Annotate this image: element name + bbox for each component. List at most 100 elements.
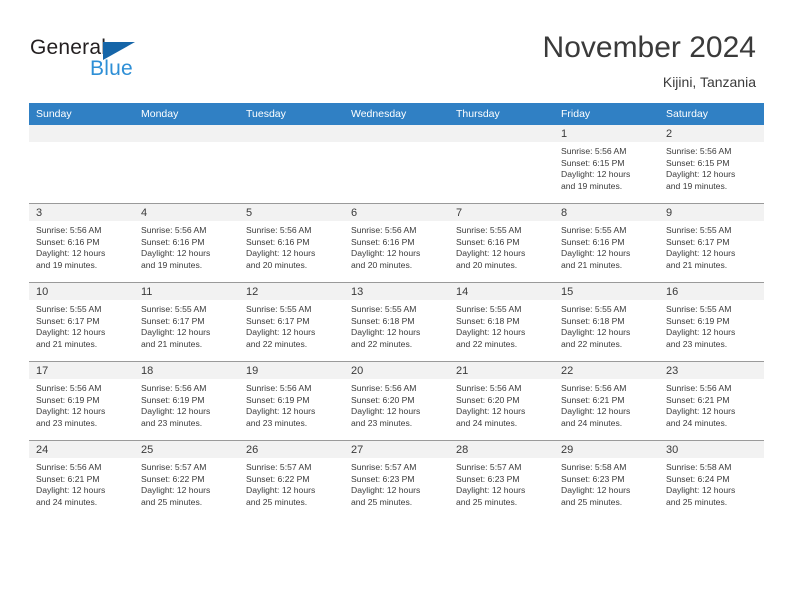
sunrise-text: Sunrise: 5:56 AM: [561, 146, 627, 156]
daylight-text-line1: Daylight: 12 hours: [36, 327, 106, 338]
sunrise-text: Sunrise: 5:55 AM: [141, 304, 207, 314]
day-details: Sunrise: 5:56 AM Sunset: 6:19 PM Daylight:…: [239, 379, 344, 429]
sunrise-text: Sunrise: 5:55 AM: [561, 225, 627, 235]
calendar-day-cell[interactable]: 30 Sunrise: 5:58 AM Sunset: 6:24 PM Dayligh…: [659, 440, 764, 519]
calendar-day-cell[interactable]: 7 Sunrise: 5:55 AM Sunset: 6:16 PM Daylight…: [449, 203, 554, 283]
daylight-text-line2: and 22 minutes.: [246, 338, 308, 349]
sunset-text: Sunset: 6:19 PM: [36, 394, 100, 405]
weekday-header-sunday: Sunday: [29, 103, 134, 125]
calendar-day-cell[interactable]: 4 Sunrise: 5:56 AM Sunset: 6:16 PM Daylight…: [134, 203, 239, 283]
calendar-day-cell[interactable]: 25 Sunrise: 5:57 AM Sunset: 6:22 PM Dayligh…: [134, 440, 239, 519]
daylight-text-line1: Daylight: 12 hours: [456, 327, 526, 338]
calendar-day-cell[interactable]: 13 Sunrise: 5:55 AM Sunset: 6:18 PM Dayligh…: [344, 282, 449, 362]
calendar-day-cell-empty: [449, 125, 554, 204]
daylight-text-line2: and 23 minutes.: [36, 417, 98, 428]
calendar-day-cell[interactable]: 5 Sunrise: 5:56 AM Sunset: 6:16 PM Daylight…: [239, 203, 344, 283]
calendar-day-cell[interactable]: 22 Sunrise: 5:56 AM Sunset: 6:21 PM Dayligh…: [554, 361, 659, 441]
sunset-text: Sunset: 6:17 PM: [141, 315, 205, 326]
day-number: [134, 125, 239, 142]
sunrise-text: Sunrise: 5:56 AM: [36, 225, 102, 235]
calendar-day-cell[interactable]: 23 Sunrise: 5:56 AM Sunset: 6:21 PM Dayligh…: [659, 361, 764, 441]
day-details: Sunrise: 5:56 AM Sunset: 6:16 PM Daylight:…: [239, 221, 344, 271]
daylight-text-line1: Daylight: 12 hours: [666, 248, 736, 259]
calendar-day-cell[interactable]: 16 Sunrise: 5:55 AM Sunset: 6:19 PM Dayligh…: [659, 282, 764, 362]
day-details: Sunrise: 5:55 AM Sunset: 6:18 PM Daylight:…: [554, 300, 659, 350]
day-number: 6: [344, 204, 449, 221]
calendar-day-cell[interactable]: 6 Sunrise: 5:56 AM Sunset: 6:16 PM Daylight…: [344, 203, 449, 283]
day-number: 18: [134, 362, 239, 379]
sunset-text: Sunset: 6:16 PM: [246, 236, 310, 247]
daylight-text-line1: Daylight: 12 hours: [246, 248, 316, 259]
calendar-day-cell[interactable]: 12 Sunrise: 5:55 AM Sunset: 6:17 PM Dayligh…: [239, 282, 344, 362]
sunrise-text: Sunrise: 5:56 AM: [561, 383, 627, 393]
sunrise-text: Sunrise: 5:55 AM: [36, 304, 102, 314]
daylight-text-line2: and 23 minutes.: [246, 417, 308, 428]
calendar-body: 1 Sunrise: 5:56 AM Sunset: 6:15 PM Daylight…: [29, 125, 764, 519]
day-number: 17: [29, 362, 134, 379]
day-details: Sunrise: 5:56 AM Sunset: 6:15 PM Daylight:…: [659, 142, 764, 192]
day-number: 30: [659, 441, 764, 458]
sunrise-text: Sunrise: 5:56 AM: [246, 383, 312, 393]
sunrise-text: Sunrise: 5:55 AM: [666, 225, 732, 235]
sunset-text: Sunset: 6:16 PM: [456, 236, 520, 247]
daylight-text-line1: Daylight: 12 hours: [351, 406, 421, 417]
day-details: Sunrise: 5:57 AM Sunset: 6:23 PM Daylight:…: [449, 458, 554, 508]
weekday-header-friday: Friday: [554, 103, 659, 125]
day-number: 14: [449, 283, 554, 300]
calendar-day-cell[interactable]: 26 Sunrise: 5:57 AM Sunset: 6:22 PM Dayligh…: [239, 440, 344, 519]
calendar-day-cell[interactable]: 11 Sunrise: 5:55 AM Sunset: 6:17 PM Dayligh…: [134, 282, 239, 362]
day-number: 8: [554, 204, 659, 221]
calendar-container: Sunday Monday Tuesday Wednesday Thursday…: [29, 103, 764, 519]
calendar-day-cell[interactable]: 27 Sunrise: 5:57 AM Sunset: 6:23 PM Dayligh…: [344, 440, 449, 519]
day-number: 7: [449, 204, 554, 221]
day-details: Sunrise: 5:55 AM Sunset: 6:16 PM Daylight:…: [554, 221, 659, 271]
daylight-text-line1: Daylight: 12 hours: [246, 327, 316, 338]
day-number: 22: [554, 362, 659, 379]
calendar-day-cell-empty: [239, 125, 344, 204]
weekday-header-tuesday: Tuesday: [239, 103, 344, 125]
sunrise-text: Sunrise: 5:56 AM: [141, 383, 207, 393]
calendar-week-row: 17 Sunrise: 5:56 AM Sunset: 6:19 PM Dayligh…: [29, 361, 764, 441]
calendar-day-cell[interactable]: 18 Sunrise: 5:56 AM Sunset: 6:19 PM Dayligh…: [134, 361, 239, 441]
daylight-text-line1: Daylight: 12 hours: [141, 327, 211, 338]
day-details: Sunrise: 5:57 AM Sunset: 6:22 PM Daylight:…: [239, 458, 344, 508]
calendar-day-cell[interactable]: 2 Sunrise: 5:56 AM Sunset: 6:15 PM Daylight…: [659, 125, 764, 204]
day-details: Sunrise: 5:55 AM Sunset: 6:19 PM Daylight:…: [659, 300, 764, 350]
calendar-day-cell[interactable]: 21 Sunrise: 5:56 AM Sunset: 6:20 PM Dayligh…: [449, 361, 554, 441]
sunrise-text: Sunrise: 5:55 AM: [351, 304, 417, 314]
calendar-day-cell[interactable]: 3 Sunrise: 5:56 AM Sunset: 6:16 PM Daylight…: [29, 203, 134, 283]
daylight-text-line2: and 21 minutes.: [36, 338, 98, 349]
calendar-day-cell[interactable]: 9 Sunrise: 5:55 AM Sunset: 6:17 PM Daylight…: [659, 203, 764, 283]
day-number: [239, 125, 344, 142]
sunset-text: Sunset: 6:18 PM: [351, 315, 415, 326]
calendar-day-cell[interactable]: 10 Sunrise: 5:55 AM Sunset: 6:17 PM Dayligh…: [29, 282, 134, 362]
calendar-day-cell[interactable]: 24 Sunrise: 5:56 AM Sunset: 6:21 PM Dayligh…: [29, 440, 134, 519]
day-number: 12: [239, 283, 344, 300]
calendar-day-cell[interactable]: 1 Sunrise: 5:56 AM Sunset: 6:15 PM Daylight…: [554, 125, 659, 204]
day-details: Sunrise: 5:55 AM Sunset: 6:17 PM Daylight:…: [239, 300, 344, 350]
daylight-text-line1: Daylight: 12 hours: [456, 406, 526, 417]
daylight-text-line1: Daylight: 12 hours: [561, 169, 631, 180]
day-number: 10: [29, 283, 134, 300]
calendar-day-cell[interactable]: 15 Sunrise: 5:55 AM Sunset: 6:18 PM Dayligh…: [554, 282, 659, 362]
calendar-day-cell[interactable]: 19 Sunrise: 5:56 AM Sunset: 6:19 PM Dayligh…: [239, 361, 344, 441]
daylight-text-line2: and 20 minutes.: [456, 259, 518, 270]
calendar-day-cell[interactable]: 8 Sunrise: 5:55 AM Sunset: 6:16 PM Daylight…: [554, 203, 659, 283]
day-details: Sunrise: 5:56 AM Sunset: 6:20 PM Daylight:…: [344, 379, 449, 429]
sunrise-text: Sunrise: 5:56 AM: [141, 225, 207, 235]
sunrise-text: Sunrise: 5:55 AM: [246, 304, 312, 314]
day-details: Sunrise: 5:55 AM Sunset: 6:17 PM Daylight:…: [134, 300, 239, 350]
calendar-day-cell[interactable]: 20 Sunrise: 5:56 AM Sunset: 6:20 PM Dayligh…: [344, 361, 449, 441]
calendar-day-cell[interactable]: 14 Sunrise: 5:55 AM Sunset: 6:18 PM Dayligh…: [449, 282, 554, 362]
sunset-text: Sunset: 6:24 PM: [666, 473, 730, 484]
brand-logo[interactable]: General Blue: [30, 36, 250, 86]
page-title: November 2024: [542, 31, 756, 64]
weekday-header-wednesday: Wednesday: [344, 103, 449, 125]
calendar-day-cell[interactable]: 29 Sunrise: 5:58 AM Sunset: 6:23 PM Dayligh…: [554, 440, 659, 519]
daylight-text-line2: and 25 minutes.: [141, 496, 203, 507]
day-number: 15: [554, 283, 659, 300]
calendar-day-cell[interactable]: 28 Sunrise: 5:57 AM Sunset: 6:23 PM Dayligh…: [449, 440, 554, 519]
sunset-text: Sunset: 6:22 PM: [141, 473, 205, 484]
calendar-day-cell[interactable]: 17 Sunrise: 5:56 AM Sunset: 6:19 PM Dayligh…: [29, 361, 134, 441]
day-number: 13: [344, 283, 449, 300]
